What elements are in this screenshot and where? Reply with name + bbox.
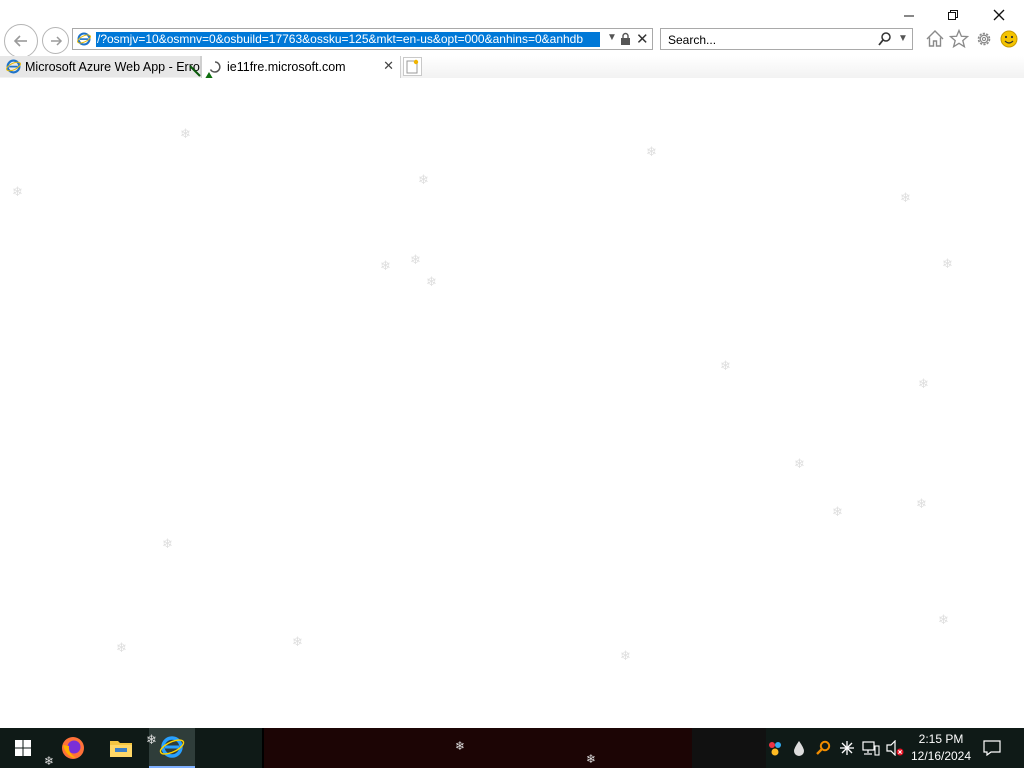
tray-people[interactable] xyxy=(764,728,786,768)
tools-gear-icon[interactable] xyxy=(973,28,995,50)
windows-logo-icon xyxy=(15,740,31,756)
snowflake-decoration: ❄ xyxy=(916,496,927,511)
taskbar-file-explorer[interactable] xyxy=(98,728,144,768)
tray-volume[interactable] xyxy=(884,728,906,768)
home-icon[interactable] xyxy=(924,28,946,50)
restore-icon xyxy=(948,10,958,20)
search-placeholder[interactable]: Search... xyxy=(668,33,716,47)
tray-asterisk[interactable] xyxy=(836,728,858,768)
search-tray-icon xyxy=(816,740,831,755)
snowflake-decoration: ❄ xyxy=(146,732,157,747)
forward-button[interactable] xyxy=(42,27,69,54)
network-icon xyxy=(862,741,880,756)
system-clock[interactable]: 2:15 PM 12/16/2024 xyxy=(906,728,976,768)
volume-muted-icon xyxy=(886,740,904,756)
firefox-icon xyxy=(62,737,84,759)
ie-page-icon xyxy=(6,59,21,74)
internet-explorer-icon xyxy=(159,736,185,758)
snowflake-decoration: ❄ xyxy=(426,274,437,289)
snowflake-decoration: ❄ xyxy=(292,634,303,649)
snowflake-decoration: ❄ xyxy=(794,456,805,471)
forward-arrow-icon xyxy=(50,35,62,46)
address-dropdown-icon[interactable]: ▼ xyxy=(607,32,617,43)
snowflake-decoration: ❄ xyxy=(586,752,597,766)
snowflake-decoration: ❄ xyxy=(720,358,731,373)
search-dropdown-icon[interactable]: ▼ xyxy=(898,33,908,44)
tab-strip: Microsoft Azure Web App - Error ie11fre.… xyxy=(0,56,1024,79)
clock-date: 12/16/2024 xyxy=(910,749,972,763)
close-icon xyxy=(993,9,1005,21)
minimize-icon xyxy=(904,15,914,17)
search-icon[interactable] xyxy=(877,31,893,47)
snowflake-decoration: ❄ xyxy=(455,739,466,753)
stop-icon[interactable]: ✕ xyxy=(636,30,649,48)
page-content: ❄ ❄ ❄ ❄ ❄ ❄ ❄ ❄ ❄ ❄ ❄ ❄ ❄ ❄ ❄ ❄ ❄ ❄ ❄ xyxy=(0,78,1024,728)
restore-button[interactable] xyxy=(940,6,966,24)
browser-toolbar: /?osmjv=10&osmnv=0&osbuild=17763&ossku=1… xyxy=(0,0,1024,58)
feedback-smiley-icon[interactable] xyxy=(998,28,1020,50)
taskbar: 2:15 PM 12/16/2024 ❄ ❄ ❄ ❄ xyxy=(0,728,1024,768)
tray-network[interactable] xyxy=(860,728,882,768)
lock-icon[interactable] xyxy=(620,32,631,46)
address-bar[interactable]: /?osmjv=10&osmnv=0&osbuild=17763&ossku=1… xyxy=(72,28,653,50)
search-box[interactable]: Search... ▼ xyxy=(660,28,913,50)
snowflake-decoration: ❄ xyxy=(162,536,173,551)
back-arrow-icon xyxy=(13,35,27,47)
url-text[interactable]: /?osmjv=10&osmnv=0&osbuild=17763&ossku=1… xyxy=(96,32,600,47)
notification-icon xyxy=(983,740,1001,756)
tab-azure-error[interactable]: Microsoft Azure Web App - Error xyxy=(0,56,201,77)
snowflake-decoration: ❄ xyxy=(832,504,843,519)
desktop-wallpaper-strip xyxy=(262,728,696,768)
snowflake-decoration: ❄ xyxy=(116,640,127,655)
action-center-button[interactable] xyxy=(980,728,1004,768)
tab-ie11fre[interactable]: ie11fre.microsoft.com ✕ xyxy=(201,56,401,78)
back-button[interactable] xyxy=(4,24,38,58)
snowflake-decoration: ❄ xyxy=(646,144,657,159)
snowflake-decoration: ❄ xyxy=(942,256,953,271)
snowflake-decoration: ❄ xyxy=(180,126,191,141)
close-window-button[interactable] xyxy=(986,6,1012,24)
snowflake-decoration: ❄ xyxy=(900,190,911,205)
snowflake-decoration: ❄ xyxy=(410,252,421,267)
new-tab-button[interactable] xyxy=(403,57,422,76)
snowflake-decoration: ❄ xyxy=(380,258,391,273)
close-tab-icon[interactable]: ✕ xyxy=(383,58,394,74)
start-button[interactable] xyxy=(0,728,46,768)
clock-time: 2:15 PM xyxy=(918,732,964,746)
snowflake-decoration: ❄ xyxy=(620,648,631,663)
tab-label[interactable]: Microsoft Azure Web App - Error xyxy=(25,60,200,74)
tab-label[interactable]: ie11fre.microsoft.com xyxy=(227,60,346,74)
minimize-button[interactable] xyxy=(896,6,922,24)
snowflake-decoration: ❄ xyxy=(12,184,23,199)
people-icon xyxy=(769,742,781,756)
favorites-star-icon[interactable] xyxy=(948,28,970,50)
desktop-wallpaper-strip xyxy=(692,728,766,768)
folder-icon xyxy=(110,741,132,757)
snowflake-decoration: ❄ xyxy=(44,754,55,768)
droplet-icon xyxy=(794,741,804,756)
snowflake-decoration: ❄ xyxy=(938,612,949,627)
tray-droplet[interactable] xyxy=(788,728,810,768)
ie-page-icon xyxy=(77,32,91,46)
new-tab-icon xyxy=(406,59,419,74)
snowflake-decoration: ❄ xyxy=(918,376,929,391)
snowflake-decoration: ❄ xyxy=(418,172,429,187)
taskbar-firefox[interactable] xyxy=(50,728,96,768)
tray-search[interactable] xyxy=(812,728,834,768)
asterisk-icon xyxy=(840,741,854,755)
